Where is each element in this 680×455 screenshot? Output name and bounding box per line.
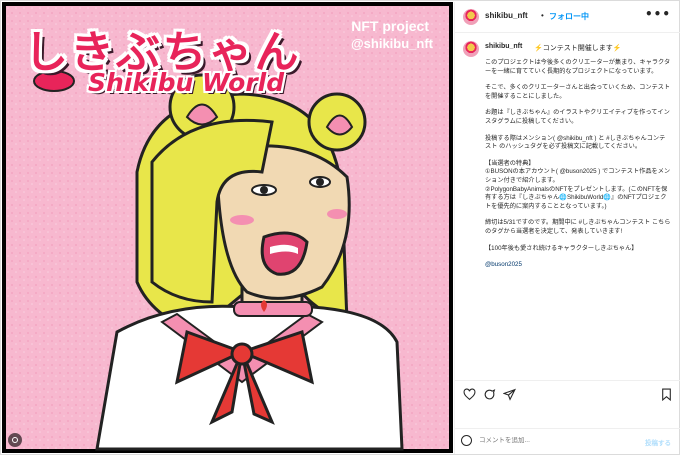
caption-paragraph: 締切は5/31ですのです。期間中に #しきぶちゃんコンテスト こちらのタグから当… <box>485 219 671 235</box>
bookmark-icon[interactable] <box>660 388 673 401</box>
comment-icon[interactable] <box>483 388 496 401</box>
caption-paragraph: 投稿する際はメンション( @shikibu_nft ) と #しきぶちゃんコンテ… <box>485 134 666 151</box>
post-header: shikibu_nft • フォロー中 ••• <box>455 2 680 33</box>
caption-username[interactable]: shikibu_nft <box>485 43 522 50</box>
caption-paragraph: 【当選者の特典】 ①BUSONの本アカウント( @buson2025 ) でコン… <box>485 159 671 210</box>
emoji-icon[interactable] <box>461 435 472 446</box>
multi-image-icon[interactable] <box>8 433 22 447</box>
header-separator: • <box>541 11 544 20</box>
avatar[interactable] <box>463 9 479 25</box>
nft-project-label: NFT project <box>351 18 429 34</box>
post-frame: しきぶちゃん Shikibu World NFT project @shikib… <box>0 0 680 455</box>
caption-mention-link[interactable]: @buson2025 <box>485 261 671 270</box>
image-title-en: Shikibu World <box>88 68 285 97</box>
post-actions <box>455 380 680 409</box>
post-side-panel: shikibu_nft • フォロー中 ••• shikibu_nft ⚡コンテ… <box>454 2 680 454</box>
heart-icon[interactable] <box>463 388 476 401</box>
avatar[interactable] <box>463 41 479 57</box>
following-button[interactable]: フォロー中 <box>549 11 589 22</box>
comment-bar: 投稿する <box>455 428 680 455</box>
caption-first-line: ⚡コンテスト開催します⚡ <box>534 45 622 52</box>
caption-paragraph: そこで、多くのクリエーターさんと出会っていくため、コンテストを開催することにしま… <box>485 84 671 100</box>
post-image[interactable]: しきぶちゃん Shikibu World NFT project @shikib… <box>2 2 453 453</box>
more-icon[interactable]: ••• <box>645 7 671 21</box>
share-icon[interactable] <box>503 388 516 401</box>
caption-body: このプロジェクトは今後多くのクリエーターが集まり、キャラクターを一緒に育てていく… <box>485 59 671 278</box>
nft-handle-label: @shikibu_nft <box>350 36 433 51</box>
header-username[interactable]: shikibu_nft <box>485 11 528 20</box>
caption-paragraph: お題は『しきぶちゃん』のイラストやクリエイティブを作ってインスタグラムに投稿して… <box>485 109 670 125</box>
comment-input[interactable] <box>479 437 629 444</box>
caption: shikibu_nft ⚡コンテスト開催します⚡ このプロジェクトは今後多くのク… <box>455 33 680 373</box>
caption-paragraph: このプロジェクトは今後多くのクリエーターが集まり、キャラクターを一緒に育てていく… <box>485 59 671 75</box>
caption-paragraph: 【100年後も愛され続けるキャラクターしきぶちゃん】 <box>485 244 638 252</box>
post-comment-button[interactable]: 投稿する <box>645 437 671 447</box>
